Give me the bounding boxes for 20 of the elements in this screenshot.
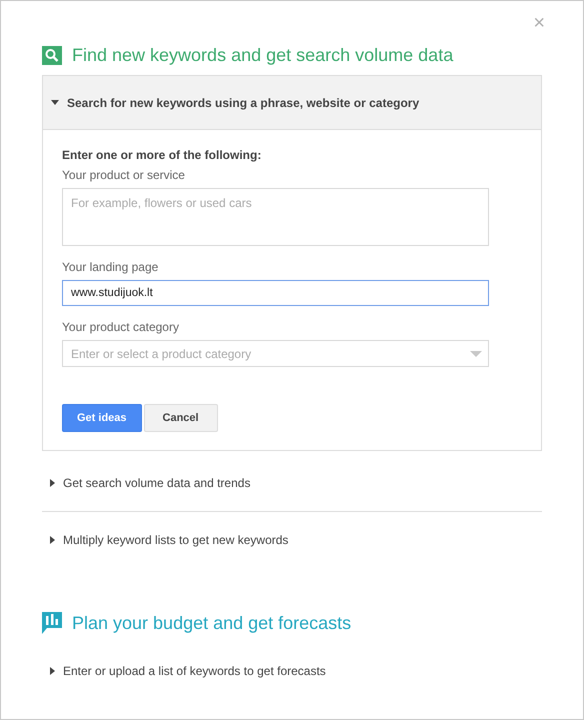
panel-header[interactable]: Multiply keyword lists to get new keywords — [42, 512, 542, 568]
form-intro: Enter one or more of the following: — [62, 148, 262, 162]
caret-icon — [50, 479, 55, 487]
section-title: Find new keywords and get search volume data — [72, 45, 454, 66]
caret-icon — [50, 536, 55, 544]
panel-header[interactable]: Get search volume data and trends — [42, 455, 542, 511]
cancel-button[interactable]: Cancel — [144, 404, 218, 432]
field-label: Your landing page — [62, 260, 160, 274]
caret-icon — [51, 100, 59, 105]
search-icon — [42, 46, 62, 65]
section-title: Plan your budget and get forecasts — [72, 612, 352, 634]
dropdown-arrow-icon — [470, 350, 482, 356]
field-label: Your product category — [62, 320, 180, 334]
panel-header[interactable]: Enter or upload a list of keywords to get forecasts — [42, 643, 542, 699]
panel-header[interactable]: Search for new keywords using a phrase, website or category — [43, 76, 541, 130]
bar-chart-icon — [42, 612, 62, 634]
landing-page-field[interactable]: www.studijuok.lt — [62, 280, 489, 306]
product-field[interactable]: For example, flowers or used cars — [62, 188, 489, 246]
field-label: Your product or service — [62, 168, 186, 182]
caret-icon — [50, 667, 55, 675]
